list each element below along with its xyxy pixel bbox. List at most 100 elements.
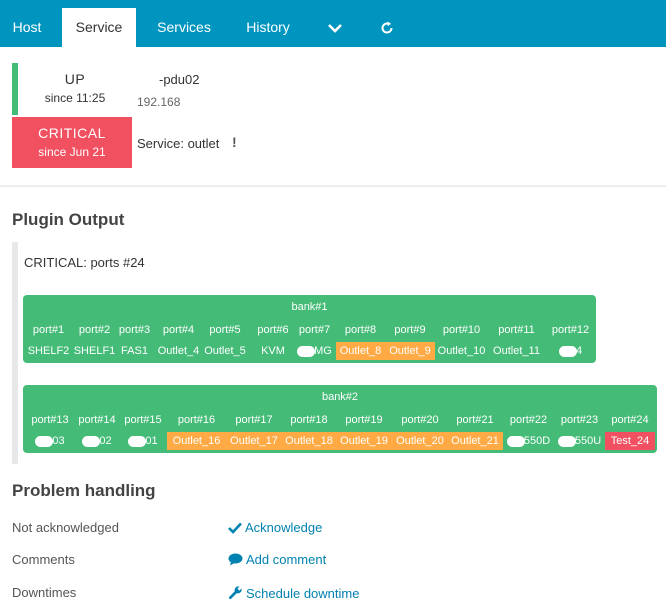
outlet-name: Outlet_4 <box>157 345 200 357</box>
ack-status-label: Not acknowledged <box>12 520 119 535</box>
add-comment-link[interactable]: Add comment <box>228 552 326 567</box>
redacted-mark <box>35 435 54 447</box>
bank-2-table: bank#2 port#13 03 port#14 02 port#15 01 port#1… <box>23 385 657 453</box>
chevron-down-icon[interactable] <box>316 0 354 47</box>
port-label: port#10 <box>442 324 481 336</box>
outlet-name: MG <box>314 345 332 357</box>
redacted-mark <box>557 435 576 447</box>
port-label: port#20 <box>401 414 439 426</box>
outlet-cell: Outlet_10 <box>435 342 488 360</box>
outlet-cell: Outlet_9 <box>385 342 435 360</box>
outlet-name: Outlet_8 <box>339 345 382 357</box>
host-state-since: since 11:25 <box>44 91 106 105</box>
host-state-text: UP <box>64 71 86 87</box>
bank-1-table: bank#1 port#1 SHELF2 port#2 SHELF1 port#3 FAS… <box>23 295 596 363</box>
host-state-badge: UP since 11:25 <box>18 63 132 115</box>
add-comment-label: Add comment <box>246 552 327 567</box>
port-label: port#7 <box>298 324 331 336</box>
port-label: port#19 <box>345 414 383 426</box>
problem-handling-heading: Problem handling <box>12 481 156 500</box>
top-nav: Host Service Services History <box>0 0 666 47</box>
comment-icon <box>228 553 243 566</box>
outlet-name: 550U <box>574 435 602 447</box>
outlet-cell: 02 <box>74 432 120 450</box>
service-name: Service: outlet <box>137 136 220 151</box>
outlet-name: Outlet_5 <box>204 345 246 357</box>
outlet-cell: MG <box>296 342 333 360</box>
outlet-name: 01 <box>145 435 158 447</box>
port-label: port#9 <box>394 324 426 336</box>
outlet-name: Test_24 <box>610 435 650 447</box>
outlet-name: Outlet_17 <box>230 435 278 447</box>
port-label: port#14 <box>78 414 116 426</box>
host-name[interactable]: -pdu02 <box>159 72 199 87</box>
port-label: port#24 <box>611 414 649 426</box>
acknowledge-link[interactable]: Acknowledge <box>228 520 322 535</box>
port-label: port#15 <box>124 414 162 426</box>
outlet-name: 02 <box>99 435 112 447</box>
port-label: port#8 <box>344 324 377 336</box>
outlet-name: 4 <box>575 345 583 357</box>
outlet-name: Outlet_20 <box>396 435 444 447</box>
port-label: port#17 <box>235 414 273 426</box>
port-label: port#6 <box>257 324 289 336</box>
tab-service[interactable]: Service <box>62 8 136 47</box>
bank-title: bank#2 <box>321 391 359 403</box>
divider <box>0 185 666 187</box>
outlet-cell: Outlet_19 <box>336 432 392 450</box>
refresh-icon[interactable] <box>368 0 406 47</box>
outlet-cell: Outlet_5 <box>203 342 247 360</box>
schedule-downtime-label: Schedule downtime <box>246 586 360 601</box>
plugin-output-heading: Plugin Output <box>12 210 125 229</box>
outlet-cell: 4 <box>545 342 596 360</box>
outlet-name: Outlet_21 <box>451 435 499 447</box>
tab-history[interactable]: History <box>234 0 302 47</box>
outlet-name: Outlet_16 <box>172 435 221 447</box>
outlet-name: Outlet_10 <box>437 345 486 357</box>
outlet-cell: KVM <box>249 342 297 360</box>
outlet-cell: 550U <box>554 432 605 450</box>
comments-label: Comments <box>12 552 75 567</box>
host-address: 192.168 <box>137 95 181 109</box>
port-label: port#11 <box>498 324 535 336</box>
port-label: port#12 <box>551 324 590 336</box>
outlet-cell: Test_24 <box>605 432 655 450</box>
outlet-cell: SHELF2 <box>25 342 72 360</box>
outlet-name: Outlet_11 <box>493 345 540 357</box>
outlet-name: SHELF2 <box>27 345 70 357</box>
outlet-cell: Outlet_4 <box>156 342 201 360</box>
bank-title: bank#1 <box>291 301 328 313</box>
port-label: port#5 <box>209 324 241 336</box>
schedule-downtime-link[interactable]: Schedule downtime <box>228 585 359 601</box>
wrench-icon <box>228 586 242 600</box>
port-label: port#3 <box>118 324 151 336</box>
outlet-cell: Outlet_21 <box>447 432 503 450</box>
outlet-cell: 550D <box>503 432 554 450</box>
redacted-mark <box>128 435 147 447</box>
exclamation-icon: ! <box>232 134 237 150</box>
port-label: port#22 <box>509 414 548 426</box>
outlet-name: Outlet_9 <box>389 345 431 357</box>
outlet-name: 550D <box>523 435 551 447</box>
port-label: port#2 <box>78 324 111 336</box>
outlet-name: KVM <box>261 345 285 357</box>
redacted-mark <box>558 345 577 357</box>
plugin-output-text: CRITICAL: ports #24 <box>24 255 145 270</box>
redacted-mark <box>82 435 101 447</box>
service-state-since: since Jun 21 <box>38 145 106 159</box>
acknowledge-label: Acknowledge <box>245 520 323 535</box>
outlet-cell: FAS1 <box>113 342 156 360</box>
port-label: port#18 <box>290 414 328 426</box>
tab-host[interactable]: Host <box>0 0 54 47</box>
outlet-cell: Outlet_18 <box>281 432 337 450</box>
outlet-cell: Outlet_17 <box>226 432 282 450</box>
port-label: port#13 <box>31 414 69 426</box>
redacted-mark <box>297 345 316 357</box>
outlet-name: FAS1 <box>121 345 148 357</box>
tab-services[interactable]: Services <box>148 0 220 47</box>
outlet-cell: 03 <box>25 432 75 450</box>
port-label: port#1 <box>32 324 65 336</box>
outlet-cell: SHELF1 <box>71 342 118 360</box>
port-label: port#4 <box>162 324 195 336</box>
redacted-mark <box>506 435 525 447</box>
